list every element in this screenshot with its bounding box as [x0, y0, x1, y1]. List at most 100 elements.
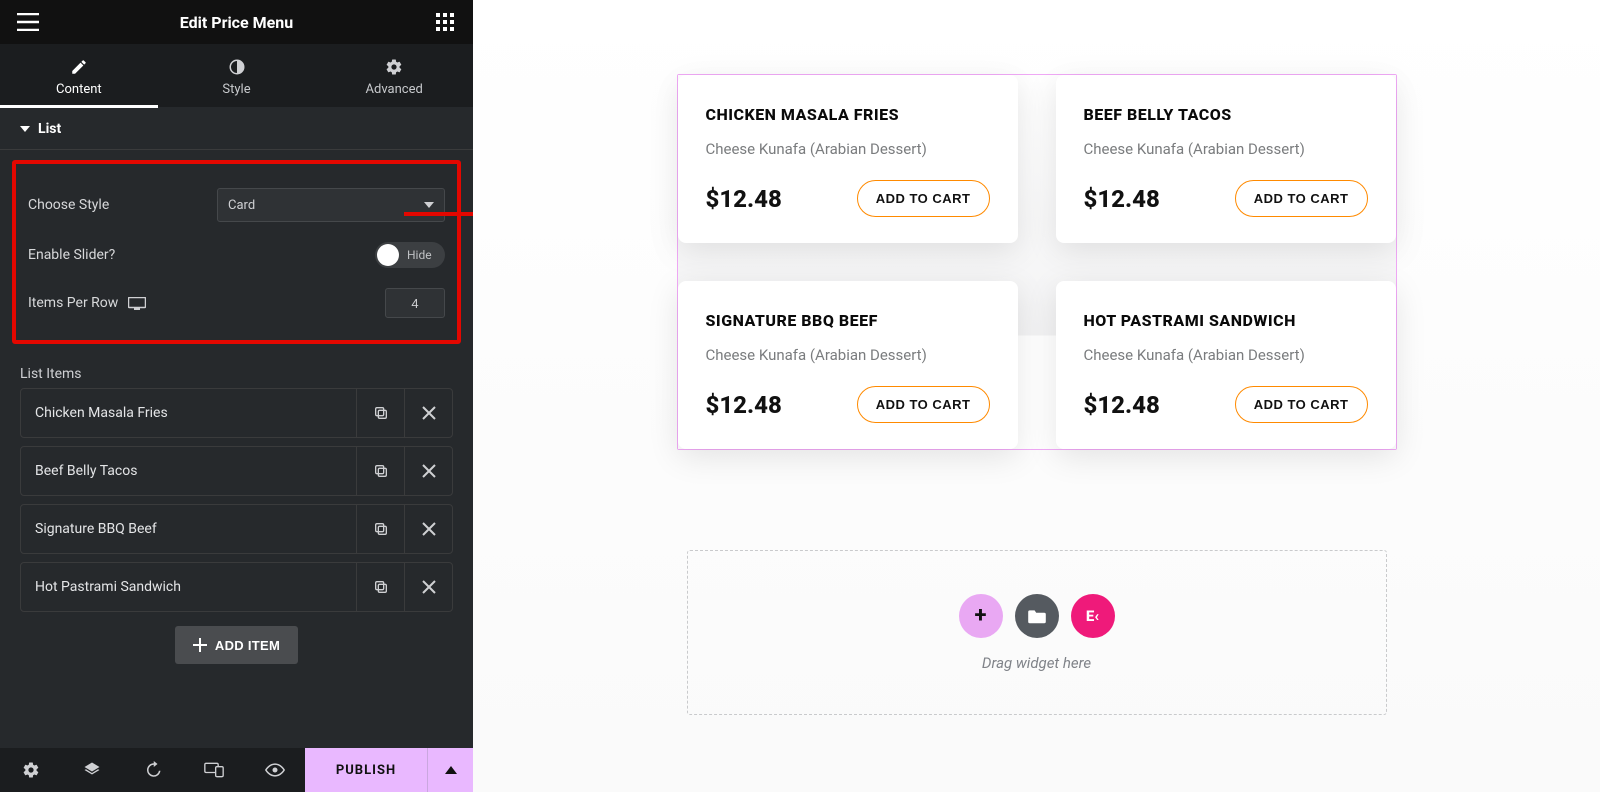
price-card: HOT PASTRAMI SANDWICH Cheese Kunafa (Ara…	[1056, 281, 1396, 449]
card-description: Cheese Kunafa (Arabian Dessert)	[1084, 346, 1368, 364]
card-footer: $12.48 ADD TO CART	[1084, 386, 1368, 423]
apps-icon[interactable]	[433, 10, 457, 34]
gear-icon	[22, 761, 40, 779]
publish-wrap: PUBLISH	[305, 748, 473, 792]
list-item: Signature BBQ Beef	[20, 504, 453, 554]
tab-advanced-label: Advanced	[315, 82, 473, 97]
add-item-button[interactable]: ADD ITEM	[175, 626, 298, 664]
widget-drop-zone[interactable]: + E‹ Drag widget here	[687, 550, 1387, 715]
footer-responsive-button[interactable]	[183, 748, 244, 792]
chevron-down-icon	[424, 202, 434, 208]
toggle-state-label: Hide	[407, 248, 432, 262]
card-price: $12.48	[1084, 185, 1160, 213]
sidebar-tabs: Content Style Advanced	[0, 44, 473, 107]
tab-content[interactable]: Content	[0, 44, 158, 107]
card-description: Cheese Kunafa (Arabian Dessert)	[706, 346, 990, 364]
label-enable-slider: Enable Slider?	[28, 247, 115, 263]
price-card: CHICKEN MASALA FRIES Cheese Kunafa (Arab…	[678, 75, 1018, 243]
list-item-title[interactable]: Chicken Masala Fries	[21, 405, 356, 421]
editor-sidebar: Edit Price Menu Content Style Advanced L…	[0, 0, 473, 792]
footer-navigator-button[interactable]	[61, 748, 122, 792]
preview-canvas: CHICKEN MASALA FRIES Cheese Kunafa (Arab…	[473, 0, 1600, 792]
add-to-cart-button[interactable]: ADD TO CART	[857, 180, 990, 217]
list-item-title[interactable]: Signature BBQ Beef	[21, 521, 356, 537]
row-enable-slider: Enable Slider? Hide	[26, 232, 447, 278]
history-icon	[144, 761, 162, 779]
chevron-up-icon	[445, 766, 457, 774]
list-item: Chicken Masala Fries	[20, 388, 453, 438]
copy-icon	[373, 521, 389, 537]
card-description: Cheese Kunafa (Arabian Dessert)	[1084, 140, 1368, 158]
section-title: List	[38, 121, 61, 137]
list-item-title[interactable]: Beef Belly Tacos	[21, 463, 356, 479]
label-choose-style: Choose Style	[28, 197, 109, 213]
add-to-cart-button[interactable]: ADD TO CART	[1235, 386, 1368, 423]
card-title: BEEF BELLY TACOS	[1084, 105, 1368, 124]
caret-down-icon	[20, 124, 30, 134]
remove-button[interactable]	[404, 447, 452, 495]
widget-price-menu[interactable]: CHICKEN MASALA FRIES Cheese Kunafa (Arab…	[677, 74, 1397, 450]
label-items-per-row: Items Per Row	[28, 295, 146, 311]
highlighted-controls: Choose Style Card Enable Slider? Hide It…	[12, 160, 461, 344]
plus-icon	[193, 638, 207, 652]
elementskit-button[interactable]: E‹	[1071, 594, 1115, 638]
remove-button[interactable]	[404, 563, 452, 611]
price-card: BEEF BELLY TACOS Cheese Kunafa (Arabian …	[1056, 75, 1396, 243]
controls: Choose Style Card Enable Slider? Hide It…	[12, 160, 461, 344]
select-choose-style-value: Card	[228, 198, 255, 213]
copy-icon	[373, 579, 389, 595]
add-section-button[interactable]: +	[959, 594, 1003, 638]
panel-title: Edit Price Menu	[180, 13, 293, 32]
card-footer: $12.48 ADD TO CART	[1084, 180, 1368, 217]
label-items-per-row-text: Items Per Row	[28, 295, 118, 311]
add-item-label: ADD ITEM	[215, 638, 280, 653]
footer-history-button[interactable]	[122, 748, 183, 792]
devices-icon	[204, 762, 224, 778]
device-desktop-icon[interactable]	[128, 297, 146, 310]
tab-content-label: Content	[0, 82, 158, 97]
card-footer: $12.48 ADD TO CART	[706, 386, 990, 423]
card-price: $12.48	[706, 185, 782, 213]
price-card: SIGNATURE BBQ BEEF Cheese Kunafa (Arabia…	[678, 281, 1018, 449]
close-icon	[422, 464, 436, 478]
card-title: HOT PASTRAMI SANDWICH	[1084, 311, 1368, 330]
duplicate-button[interactable]	[356, 447, 404, 495]
footer-preview-button[interactable]	[244, 748, 305, 792]
section-toggle-list[interactable]: List	[0, 107, 473, 150]
duplicate-button[interactable]	[356, 563, 404, 611]
list-items: Chicken Masala Fries Beef Belly Tacos Si…	[0, 388, 473, 664]
duplicate-button[interactable]	[356, 389, 404, 437]
publish-button[interactable]: PUBLISH	[305, 748, 427, 792]
pencil-icon	[70, 58, 88, 76]
footer-settings-button[interactable]	[0, 748, 61, 792]
add-to-cart-button[interactable]: ADD TO CART	[1235, 180, 1368, 217]
tab-advanced[interactable]: Advanced	[315, 44, 473, 107]
toggle-knob	[377, 244, 399, 266]
duplicate-button[interactable]	[356, 505, 404, 553]
template-library-button[interactable]	[1015, 594, 1059, 638]
list-item: Hot Pastrami Sandwich	[20, 562, 453, 612]
select-choose-style[interactable]: Card	[217, 188, 445, 222]
row-choose-style: Choose Style Card	[26, 178, 447, 232]
remove-button[interactable]	[404, 505, 452, 553]
card-title: SIGNATURE BBQ BEEF	[706, 311, 990, 330]
gear-icon	[385, 58, 403, 76]
drop-zone-text: Drag widget here	[982, 654, 1091, 672]
add-to-cart-button[interactable]: ADD TO CART	[857, 386, 990, 423]
row-items-per-row: Items Per Row	[26, 278, 447, 328]
input-items-per-row[interactable]	[385, 288, 445, 318]
tab-style[interactable]: Style	[158, 44, 316, 107]
toggle-enable-slider[interactable]: Hide	[375, 242, 445, 268]
eye-icon	[265, 763, 285, 777]
close-icon	[422, 522, 436, 536]
layers-icon	[83, 761, 101, 779]
remove-button[interactable]	[404, 389, 452, 437]
copy-icon	[373, 405, 389, 421]
copy-icon	[373, 463, 389, 479]
tab-style-label: Style	[158, 82, 316, 97]
menu-icon[interactable]	[16, 10, 40, 34]
sidebar-header: Edit Price Menu	[0, 0, 473, 44]
list-item-title[interactable]: Hot Pastrami Sandwich	[21, 579, 356, 595]
publish-options-button[interactable]	[427, 748, 473, 792]
list-item: Beef Belly Tacos	[20, 446, 453, 496]
